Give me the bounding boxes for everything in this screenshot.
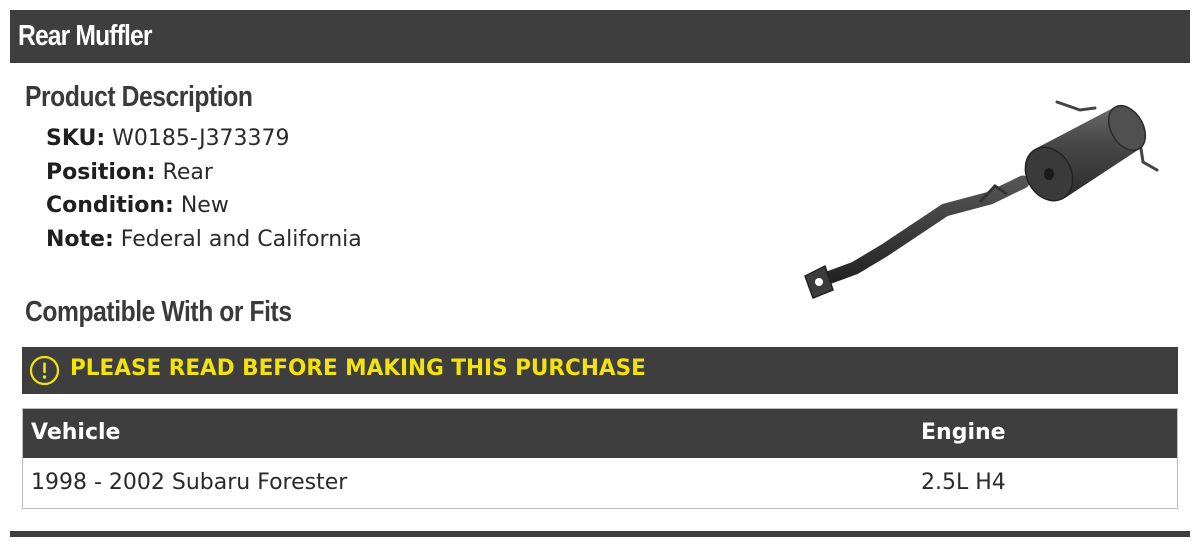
- spec-label: Condition:: [46, 193, 174, 218]
- muffler-product-image: [804, 100, 1159, 299]
- column-header-engine: Engine: [921, 420, 1006, 445]
- fitment-table: Vehicle Engine 1998 - 2002 Subaru Forest…: [22, 408, 1178, 509]
- bottom-divider: [10, 531, 1190, 537]
- product-description-heading: Product Description: [25, 81, 253, 113]
- page-title: Rear Muffler: [18, 20, 152, 52]
- column-header-vehicle: Vehicle: [31, 420, 121, 445]
- spec-label: Note:: [46, 226, 114, 252]
- title-bar: Rear Muffler: [10, 10, 1190, 63]
- exclamation-circle-icon: [29, 355, 60, 386]
- spec-list: SKU: W0185-J373379 Position: Rear Condit…: [46, 122, 362, 256]
- table-row: 1998 - 2002 Subaru Forester 2.5L H4: [23, 458, 1177, 508]
- spec-row-sku: SKU: W0185-J373379: [46, 122, 362, 156]
- spec-row-position: Position: Rear: [46, 156, 362, 190]
- purchase-warning-banner: PLEASE READ BEFORE MAKING THIS PURCHASE: [22, 347, 1178, 394]
- spec-value: Rear: [162, 159, 213, 185]
- table-header: Vehicle Engine: [23, 409, 1177, 458]
- spec-row-note: Note: Federal and California: [46, 223, 362, 257]
- warning-text: PLEASE READ BEFORE MAKING THIS PURCHASE: [70, 356, 646, 381]
- vehicle-cell: 1998 - 2002 Subaru Forester: [31, 470, 348, 495]
- spec-value: New: [180, 193, 229, 218]
- spec-row-condition: Condition: New: [46, 189, 362, 223]
- spec-label: Position:: [46, 159, 156, 185]
- compatible-heading: Compatible With or Fits: [25, 296, 292, 328]
- spec-label: SKU:: [46, 126, 106, 151]
- engine-cell: 2.5L H4: [921, 470, 1006, 495]
- spec-value: W0185-J373379: [112, 126, 290, 151]
- spec-value: Federal and California: [120, 226, 362, 252]
